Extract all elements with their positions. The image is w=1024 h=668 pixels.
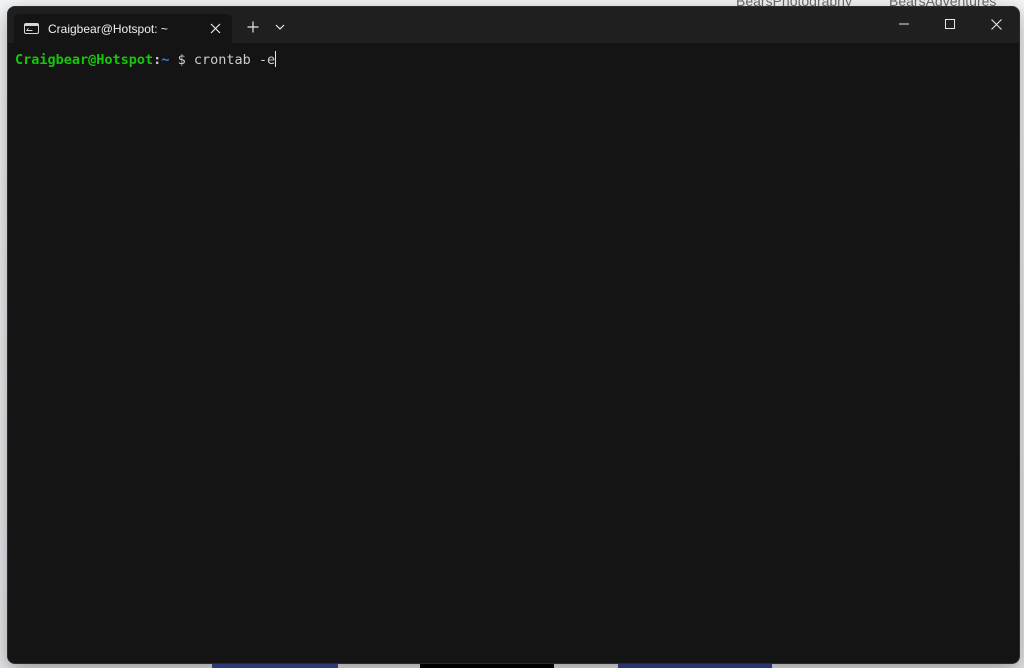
tab-title: Craigbear@Hotspot: ~ — [48, 21, 168, 36]
new-tab-button[interactable] — [240, 15, 266, 39]
command-input[interactable]: crontab -e — [194, 52, 275, 68]
terminal-output[interactable]: Craigbear@Hotspot:~ $ crontab -e — [8, 43, 1019, 663]
close-button[interactable] — [973, 7, 1019, 41]
tab-close-button[interactable] — [202, 18, 228, 40]
tab-dropdown-button[interactable] — [269, 15, 291, 39]
close-icon — [990, 18, 1002, 30]
prompt-user: Craigbear@Hotspot — [15, 52, 154, 68]
close-icon — [210, 23, 220, 34]
chevron-down-icon — [275, 24, 285, 30]
maximize-button[interactable] — [927, 7, 973, 41]
maximize-icon — [945, 19, 955, 29]
desktop: BearsPhotography BearsAdventures Craigbe… — [0, 0, 1024, 668]
title-bar[interactable]: Craigbear@Hotspot: ~ — [8, 7, 1019, 43]
minimize-icon — [899, 23, 909, 25]
prompt-dollar: $ — [169, 52, 194, 68]
plus-icon — [247, 21, 259, 33]
text-cursor — [275, 51, 277, 67]
tab-terminal[interactable]: Craigbear@Hotspot: ~ — [14, 14, 232, 43]
terminal-icon — [24, 23, 39, 34]
minimize-button[interactable] — [881, 7, 927, 41]
terminal-window: Craigbear@Hotspot: ~ Craigbear@Hotspot:~… — [7, 6, 1020, 664]
